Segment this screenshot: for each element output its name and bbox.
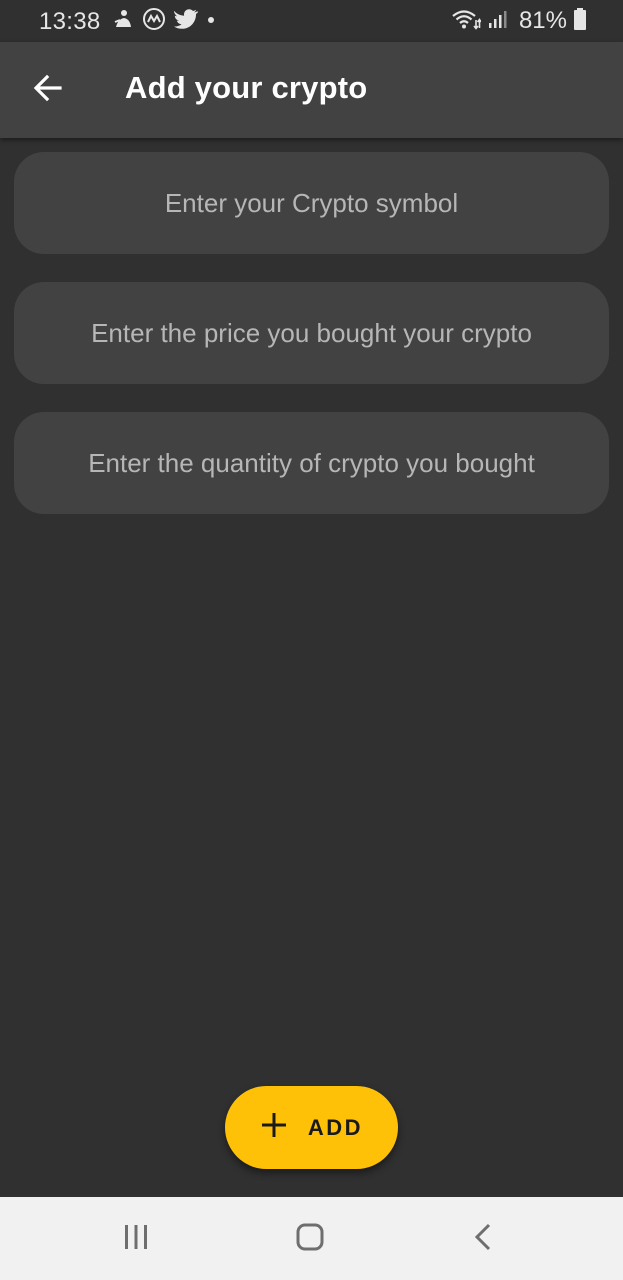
dot-icon: [206, 12, 216, 30]
purchase-price-input[interactable]: [14, 282, 609, 384]
app-bar: Add your crypto: [0, 42, 623, 138]
quantity-field: [14, 412, 609, 514]
status-icons-left: [112, 7, 216, 36]
system-back-button[interactable]: [460, 1215, 508, 1263]
status-time: 13:38: [39, 8, 101, 35]
system-nav-bar: [0, 1197, 623, 1280]
plus-icon: [260, 1111, 288, 1144]
recent-apps-icon: [121, 1223, 151, 1256]
battery-text: 81%: [518, 7, 567, 34]
back-icon: [469, 1222, 499, 1257]
twitter-icon: [173, 8, 199, 35]
add-button[interactable]: ADD: [225, 1086, 398, 1169]
purchase-price-field: [14, 282, 609, 384]
recent-apps-button[interactable]: [112, 1215, 160, 1263]
add-button-label: ADD: [307, 1114, 364, 1140]
home-button[interactable]: [286, 1215, 334, 1263]
back-button[interactable]: [24, 66, 72, 114]
arrow-back-icon: [32, 72, 64, 109]
battery-icon: [573, 7, 587, 36]
status-bar: 13:38 81%: [0, 0, 623, 42]
screen: 13:38 81% Add your crypto Enter your Cry…: [0, 0, 623, 1280]
coinmarketcap-icon: [142, 7, 166, 36]
page-title: Add your crypto: [125, 70, 368, 105]
crypto-symbol-input[interactable]: [14, 152, 609, 254]
home-icon: [295, 1222, 325, 1257]
notification-app-icon: [112, 8, 134, 35]
quantity-input[interactable]: [14, 412, 609, 514]
wifi-icon: [451, 8, 482, 35]
crypto-symbol-field: [14, 152, 609, 254]
signal-icon: [487, 8, 509, 35]
status-icons-right: 81%: [451, 7, 587, 36]
